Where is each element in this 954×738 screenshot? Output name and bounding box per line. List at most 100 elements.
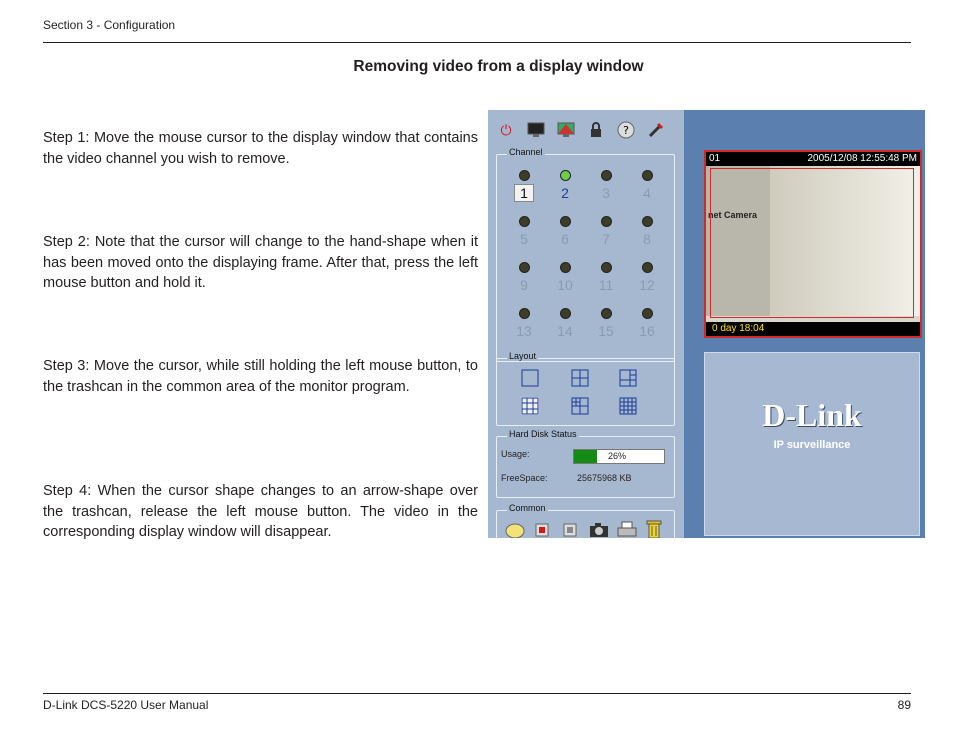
channel-number-label: 4: [643, 185, 651, 201]
layout-group-label: Layout: [507, 351, 539, 361]
footer-rule: [43, 693, 911, 694]
layout-sixteen-icon[interactable]: [619, 397, 637, 415]
dlink-placeholder-window: D-Link IP surveillance: [704, 352, 920, 536]
channel-status-led: [600, 308, 612, 319]
channel-group: Channel 1 2 3 4 5 6 7 8 9 10 11 12 13 14 15 16: [496, 147, 675, 362]
display-window-1[interactable]: 01 2005/12/08 12:55:48 PM net Camera 0 d…: [704, 150, 922, 338]
color-adjust-icon[interactable]: [556, 120, 576, 140]
channel-button-3[interactable]: 3: [589, 170, 623, 201]
channel-button-16[interactable]: 16: [630, 308, 664, 339]
channel-status-led: [641, 262, 653, 273]
channel-button-12[interactable]: 12: [630, 262, 664, 293]
svg-text:?: ?: [623, 124, 629, 137]
channel-status-led: [641, 308, 653, 319]
channel-group-label: Channel: [507, 147, 545, 157]
channel-status-led: [600, 170, 612, 181]
step-3-text: Step 3: Move the cursor, while still hol…: [43, 358, 478, 395]
channel-number-label: 14: [557, 323, 573, 339]
usage-label: Usage:: [501, 449, 530, 459]
lock-icon[interactable]: [586, 120, 606, 140]
layout-group: Layout: [496, 351, 675, 426]
channel-number-label: 16: [639, 323, 655, 339]
selection-frame: [710, 168, 914, 318]
channel-button-1[interactable]: 1: [507, 170, 541, 202]
layout-ten-icon[interactable]: [571, 397, 589, 415]
channel-button-10[interactable]: 10: [548, 262, 582, 293]
page-number: 89: [897, 698, 911, 712]
hard-disk-label: Hard Disk Status: [507, 429, 579, 439]
channel-number-label: 2: [561, 185, 569, 201]
dlink-logo: D-Link: [762, 397, 862, 433]
section-header: Section 3 - Configuration: [43, 18, 176, 32]
speaker-icon[interactable]: [505, 521, 525, 538]
print-icon[interactable]: [617, 521, 637, 538]
trashcan-icon[interactable]: [645, 519, 663, 538]
monitor-icon[interactable]: [526, 120, 546, 140]
usage-bar-fill: [574, 450, 598, 463]
channel-number-label: 1: [514, 184, 534, 202]
channel-button-9[interactable]: 9: [507, 262, 541, 293]
step-4-text: Step 4: When the cursor shape changes to…: [43, 483, 478, 540]
channel-status-led: [600, 216, 612, 227]
stop-icon[interactable]: [563, 523, 577, 537]
channel-status-led: [559, 170, 571, 181]
channel-number-label: 10: [557, 277, 573, 293]
camera-timestamp: 2005/12/08 12:55:48 PM: [807, 153, 917, 164]
channel-number-label: 5: [520, 231, 528, 247]
freespace-label: FreeSpace:: [501, 473, 548, 483]
channel-number-label: 15: [598, 323, 614, 339]
channel-button-6[interactable]: 6: [548, 216, 582, 247]
power-icon[interactable]: ⏻: [496, 120, 516, 140]
layout-six-icon[interactable]: [619, 369, 637, 387]
channel-button-8[interactable]: 8: [630, 216, 664, 247]
channel-status-led: [559, 216, 571, 227]
help-icon[interactable]: ?: [616, 120, 636, 140]
channel-button-2[interactable]: 2: [548, 170, 582, 201]
step-1-text: Step 1: Move the mouse cursor to the dis…: [43, 130, 478, 167]
header-rule: [43, 42, 911, 43]
channel-button-4[interactable]: 4: [630, 170, 664, 201]
hard-disk-group: Hard Disk Status Usage: 26% FreeSpace: 2…: [496, 429, 675, 498]
channel-button-14[interactable]: 14: [548, 308, 582, 339]
monitor-program-screenshot: ⏻ ? Channel 1 2 3 4 5 6 7 8 9 10 11 12 13 14 15 16 Layo…: [488, 110, 925, 538]
freespace-value: 25675968 KB: [577, 473, 632, 483]
channel-button-7[interactable]: 7: [589, 216, 623, 247]
usage-bar: 26%: [573, 449, 665, 464]
channel-number-label: 13: [516, 323, 532, 339]
layout-quad-icon[interactable]: [571, 369, 589, 387]
channel-button-5[interactable]: 5: [507, 216, 541, 247]
common-group: Common: [496, 503, 675, 538]
channel-number-label: 12: [639, 277, 655, 293]
layout-nine-icon[interactable]: [521, 397, 539, 415]
control-panel: ⏻ ? Channel 1 2 3 4 5 6 7 8 9 10 11 12 13 14 15 16 Layo…: [488, 110, 684, 538]
channel-number-label: 6: [561, 231, 569, 247]
channel-status-led: [518, 262, 530, 273]
snapshot-camera-icon[interactable]: [589, 521, 609, 538]
channel-number: 01: [709, 153, 721, 164]
channel-status-led: [641, 170, 653, 181]
usage-value: 26%: [608, 451, 627, 461]
common-group-label: Common: [507, 503, 548, 513]
channel-status-led: [518, 170, 530, 181]
channel-button-13[interactable]: 13: [507, 308, 541, 339]
record-icon[interactable]: [535, 523, 549, 537]
tools-icon[interactable]: [646, 120, 666, 140]
channel-status-led: [518, 216, 530, 227]
channel-number-label: 3: [602, 185, 610, 201]
channel-button-15[interactable]: 15: [589, 308, 623, 339]
step-2-text: Step 2: Note that the cursor will change…: [43, 234, 478, 291]
uptime-text: 0 day 18:04: [712, 323, 765, 334]
footer-manual-title: D-Link DCS-5220 User Manual: [43, 698, 209, 712]
channel-number-label: 7: [602, 231, 610, 247]
channel-button-11[interactable]: 11: [589, 262, 623, 293]
display-window-header: 01 2005/12/08 12:55:48 PM: [706, 152, 920, 166]
display-window-footer: 0 day 18:04: [706, 322, 920, 336]
channel-status-led: [600, 262, 612, 273]
channel-status-led: [641, 216, 653, 227]
channel-status-led: [559, 262, 571, 273]
channel-status-led: [518, 308, 530, 319]
channel-number-label: 9: [520, 277, 528, 293]
dlink-tagline: IP surveillance: [773, 439, 851, 451]
channel-status-led: [559, 308, 571, 319]
layout-single-icon[interactable]: [521, 369, 539, 387]
